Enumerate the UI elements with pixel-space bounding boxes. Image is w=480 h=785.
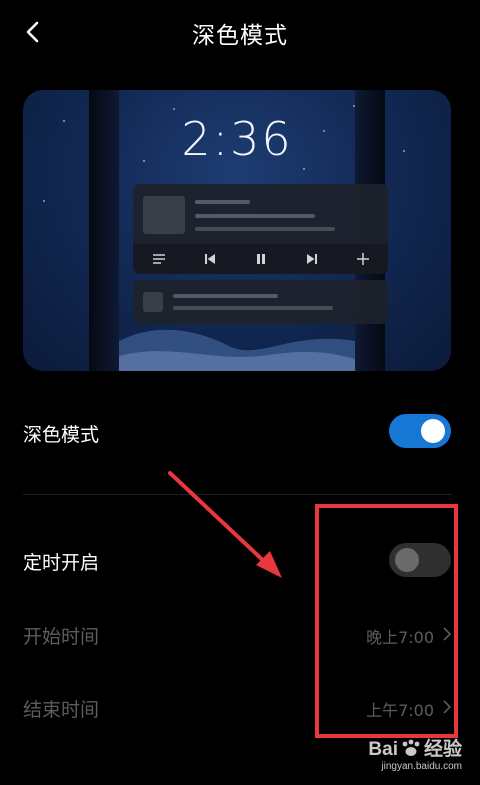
annotation-highlight-box: [315, 504, 458, 738]
preview-music-widget: [133, 184, 388, 274]
previous-icon: [204, 254, 215, 264]
baidu-jingyan-watermark: Bai 经验 jingyan.baidu.com: [368, 739, 462, 773]
toggle-knob: [421, 419, 445, 443]
annotation-arrow: [168, 471, 282, 578]
start-time-label: 开始时间: [23, 626, 100, 648]
preview-clock: 2:36: [181, 112, 293, 166]
plus-icon: [356, 253, 369, 265]
pause-icon: [256, 254, 265, 264]
watermark-brand-left: Bai: [368, 739, 398, 760]
watermark-url: jingyan.baidu.com: [381, 761, 462, 772]
dark-mode-toggle[interactable]: [389, 414, 451, 448]
music-controls: [133, 244, 388, 274]
paw-logo-icon: [400, 739, 422, 761]
dark-mode-label: 深色模式: [23, 424, 100, 446]
dark-mode-preview-image: 2:36: [23, 90, 451, 371]
dark-mode-settings-screen: 深色模式 2:36 深色模式 定时开启 开始时间 晚上7:00 结束时间 上午7…: [0, 0, 480, 785]
schedule-label: 定时开启: [23, 552, 100, 574]
watermark-brand-right: 经验: [423, 739, 462, 760]
page-title: 深色模式: [192, 23, 288, 49]
header: 深色模式: [0, 0, 480, 64]
album-art: [143, 196, 185, 234]
menu-icon: [152, 254, 165, 264]
preview-notification-card: [133, 280, 388, 324]
notification-icon: [143, 292, 163, 312]
next-icon: [306, 254, 317, 264]
end-time-label: 结束时间: [23, 699, 100, 721]
